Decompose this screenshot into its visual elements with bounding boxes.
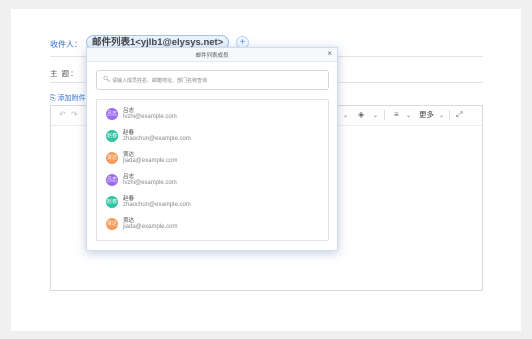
- list-item[interactable]: 贾达 贾达 jiada@example.com: [106, 216, 306, 234]
- member-name: 贾达: [123, 218, 135, 224]
- toolbar-divider: [384, 110, 385, 120]
- member-name: 吕志: [123, 174, 135, 180]
- list-item[interactable]: 吕志 吕志 lvzhi@example.com: [106, 106, 306, 124]
- member-list: 吕志 吕志 lvzhi@example.com 赵春 赵春 zhaochun@e…: [96, 99, 329, 241]
- expand-icon[interactable]: ⤢: [456, 110, 462, 120]
- avatar: 吕志: [106, 108, 118, 120]
- member-name: 赵春: [123, 130, 135, 136]
- avatar: 赵春: [106, 196, 118, 208]
- avatar: 贾达: [106, 152, 118, 164]
- list-item[interactable]: 赵春 赵春 zhaochun@example.com: [106, 128, 306, 146]
- member-name: 吕志: [123, 108, 135, 114]
- toolbar-divider: [449, 110, 450, 120]
- member-email: lvzhi@example.com: [123, 180, 177, 186]
- chevron-down-icon[interactable]: ⌄: [343, 111, 348, 121]
- list-item[interactable]: 吕志 吕志 lvzhi@example.com: [106, 172, 306, 190]
- member-search: 🔍︎: [96, 70, 329, 90]
- fill-color-icon[interactable]: ◈: [358, 110, 364, 120]
- avatar: 吕志: [106, 174, 118, 186]
- dialog-header: 邮件列表成员 ×: [87, 48, 337, 62]
- align-icon[interactable]: ≡: [394, 110, 399, 120]
- attachment-label: 添加附件: [57, 95, 86, 102]
- member-name: 贾达: [123, 152, 135, 158]
- chevron-down-icon[interactable]: ⌄: [439, 111, 444, 121]
- chevron-down-icon[interactable]: ⌄: [373, 111, 378, 121]
- member-email: jiada@example.com: [123, 158, 178, 164]
- recipient-label: 收件人：: [50, 40, 82, 49]
- member-email: lvzhi@example.com: [123, 114, 177, 120]
- list-item[interactable]: 贾达 贾达 jiada@example.com: [106, 150, 306, 168]
- member-email: zhaochun@example.com: [123, 136, 191, 142]
- dialog-title: 邮件列表成员: [195, 53, 229, 59]
- member-name: 赵春: [123, 196, 135, 202]
- avatar: 赵春: [106, 130, 118, 142]
- paperclip-icon: ⎘: [50, 95, 56, 102]
- add-attachment-link[interactable]: ⎘ 添加附件: [50, 93, 86, 103]
- member-list-dialog: 邮件列表成员 × 🔍︎ 吕志 吕志 lvzhi@example.com 赵春 赵…: [86, 47, 338, 251]
- member-search-input[interactable]: [112, 75, 322, 86]
- redo-icon[interactable]: ↷: [71, 110, 78, 120]
- member-email: zhaochun@example.com: [123, 202, 191, 208]
- subject-label: 主 题：: [50, 69, 79, 78]
- search-icon: 🔍︎: [103, 77, 111, 83]
- chevron-down-icon[interactable]: ⌄: [406, 111, 411, 121]
- member-email: jiada@example.com: [123, 224, 178, 230]
- list-item[interactable]: 赵春 赵春 zhaochun@example.com: [106, 194, 306, 212]
- avatar: 贾达: [106, 218, 118, 230]
- close-icon[interactable]: ×: [327, 49, 332, 58]
- more-button[interactable]: 更多: [419, 110, 434, 120]
- undo-icon[interactable]: ↶: [59, 110, 66, 120]
